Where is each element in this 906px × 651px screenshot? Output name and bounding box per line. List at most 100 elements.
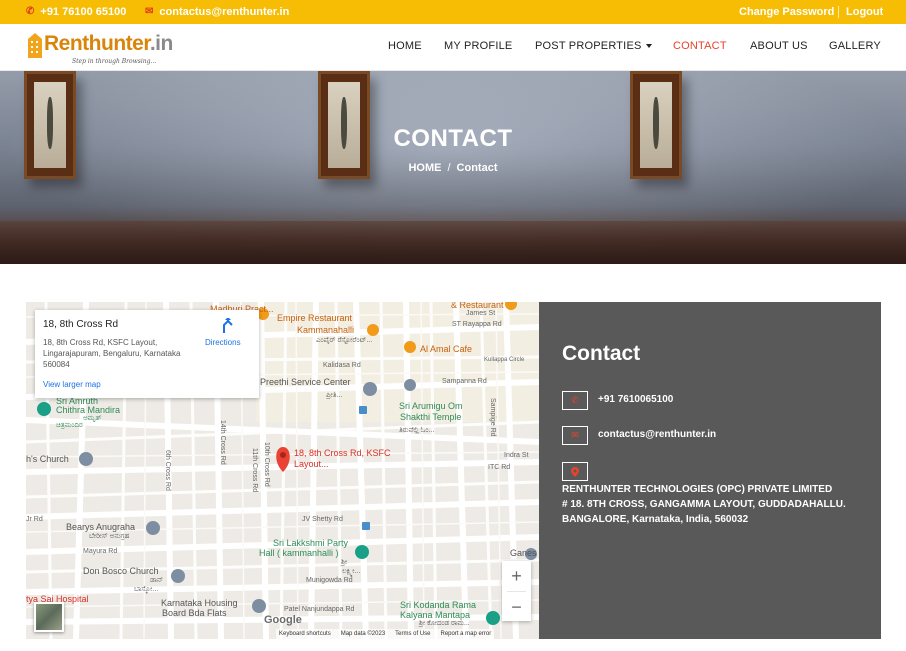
nav-gallery[interactable]: GALLERY: [829, 40, 881, 52]
map-zoom-control: + −: [502, 561, 531, 621]
address-line: # 18. 8TH CROSS, GANGAMMA LAYOUT, GUDDAD…: [562, 499, 846, 510]
map-card-title: 18, 8th Cross Rd: [43, 319, 119, 330]
nav-about-us[interactable]: ABOUT US: [750, 40, 808, 52]
map-label: ST Rayappa Rd: [452, 321, 502, 328]
address-line: RENTHUNTER TECHNOLOGIES (OPC) PRIVATE LI…: [562, 484, 833, 495]
map-label: ಬಾಸ್ಕೋ...: [134, 586, 159, 593]
keyboard-shortcuts-link[interactable]: Keyboard shortcuts: [279, 629, 331, 639]
map-label: ಲಕ್ಷ್ಮೀ...: [342, 568, 361, 575]
breadcrumb-home[interactable]: HOME: [408, 162, 441, 174]
map-label: ಶ್ರೀ: [341, 559, 348, 566]
caret-down-icon: [645, 44, 652, 49]
map-label: Kullappa Circle: [484, 357, 525, 363]
report-error-link[interactable]: Report a map error: [441, 629, 492, 639]
map-attribution: Keyboard shortcuts Map data ©2023 Terms …: [276, 629, 495, 639]
address-line: BANGALORE, Karnataka, India, 560032: [562, 514, 749, 525]
map-label: Al Amal Cafe: [420, 344, 473, 354]
view-larger-map-link[interactable]: View larger map: [43, 380, 101, 389]
map-label: JV Shetty Rd: [302, 516, 343, 523]
map-label: Shakthi Temple: [400, 412, 462, 422]
map-label: Kalidasa Rd: [323, 362, 361, 369]
topbar-divider: [838, 6, 839, 18]
nav-contact[interactable]: CONTACT: [673, 40, 727, 52]
map-label: ಪ್ರೀತಿ...: [326, 392, 343, 399]
contact-heading: Contact: [562, 342, 641, 365]
map-label: Chithra Mandira: [56, 405, 121, 415]
building-logo-icon: [28, 33, 42, 58]
map-label: Jr Rd: [26, 516, 43, 523]
map-label: Don Bosco Church: [83, 566, 159, 576]
map-pin-label[interactable]: 18, 8th Cross Rd, KSFC Layout...: [294, 448, 414, 470]
map-label: h's Church: [26, 454, 69, 464]
map-label: Indra St: [504, 452, 529, 459]
mail-icon: ✉: [145, 6, 154, 17]
map-label: Sri Arumigu Om: [399, 401, 463, 411]
map-label: ಚಿತ್ರಮಂದಿರ: [56, 422, 83, 429]
map-label: Kalyana Mantapa: [400, 610, 471, 620]
directions-icon[interactable]: [221, 318, 235, 334]
map-label: & Restaurant: [451, 302, 504, 310]
nav-home[interactable]: HOME: [388, 40, 422, 52]
change-password-link[interactable]: Change Password: [739, 0, 834, 24]
map-pin-icon: [562, 462, 588, 481]
map-label: ತಿರುವೆಲ್ಲಿ ಓಂ...: [399, 427, 435, 434]
breadcrumb: HOME / Contact: [408, 162, 498, 174]
map-label: Sri Kodanda Rama: [400, 600, 477, 610]
contact-email[interactable]: contactus@renthunter.in: [598, 429, 716, 440]
map-label: Karnataka Housing: [161, 598, 238, 608]
google-map[interactable]: Madhuri Pract... & Restaurant Empire Res…: [26, 302, 539, 639]
nav-my-profile[interactable]: MY PROFILE: [444, 40, 512, 52]
logout-link[interactable]: Logout: [846, 0, 883, 24]
navbar: Renthunter.in Step in through Browsing..…: [0, 24, 906, 71]
contact-address: RENTHUNTER TECHNOLOGIES (OPC) PRIVATE LI…: [562, 482, 867, 527]
top-bar: ✆ +91 76100 65100 ✉ contactus@renthunter…: [0, 0, 906, 24]
topbar-phone-text: +91 76100 65100: [40, 6, 127, 18]
logo-wordmark: Renthunter.in: [44, 32, 173, 55]
map-label: Board Bda Flats: [162, 608, 227, 618]
map-label: Patel Nanjundappa Rd: [284, 606, 355, 613]
breadcrumb-current: Contact: [456, 162, 498, 174]
map-label: 6th Cross Rd: [164, 450, 171, 491]
google-logo: Google: [264, 614, 302, 626]
hero-banner: CONTACT HOME / Contact: [0, 71, 906, 264]
contact-phone[interactable]: +91 7610065100: [598, 394, 673, 405]
topbar-email-text: contactus@renthunter.in: [159, 6, 290, 18]
map-label: Ganes: [510, 548, 537, 558]
map-label: Kammanahalli: [297, 325, 355, 335]
map-card-address: 18, 8th Cross Rd, KSFC Layout, Lingaraja…: [43, 338, 181, 369]
map-label: Preethi Service Center: [260, 377, 351, 387]
map-label: Munigowda Rd: [306, 577, 353, 584]
phone-icon: ✆: [26, 6, 35, 17]
map-label: ITC Rd: [488, 464, 511, 471]
map-label: ಬೇರೀಸ್ ಅನುಗ್ರಹ: [89, 533, 130, 540]
site-logo[interactable]: Renthunter.in Step in through Browsing..…: [26, 28, 173, 68]
map-label: ಶ್ರೀ ಕೋದಂಡ ರಾಮ...: [419, 620, 470, 627]
map-label: Empire Restaurant: [277, 313, 353, 323]
nav-post-properties-label: POST PROPERTIES: [535, 40, 642, 52]
map-label: Mayura Rd: [83, 548, 118, 555]
map-label: 14th Cross Rd: [219, 420, 226, 465]
map-label: ಎಂಪೈರ್ ರೆಸ್ಟೋರೆಂಟ್...: [316, 337, 373, 344]
page-title: CONTACT: [393, 125, 513, 152]
zoom-in-icon[interactable]: +: [502, 561, 531, 591]
map-label: Sampanna Rd: [442, 378, 487, 385]
map-label: James St: [466, 310, 496, 317]
mail-icon: ✉: [562, 426, 588, 445]
map-label: ಡಾನ್: [150, 577, 164, 584]
map-label: 11th Cross Rd: [251, 448, 258, 493]
phone-icon: ✆: [562, 391, 588, 410]
terms-link[interactable]: Terms of Use: [395, 629, 430, 639]
nav-post-properties[interactable]: POST PROPERTIES: [535, 40, 652, 52]
map-label: 10th Cross Rd: [263, 442, 270, 487]
logo-tagline: Step in through Browsing...: [72, 58, 157, 65]
map-label: Hall ( kammanhalli ): [259, 548, 339, 558]
map-label: ಅಮೃತ್: [83, 415, 102, 422]
map-data-text: Map data ©2023: [340, 631, 386, 637]
zoom-out-icon[interactable]: −: [502, 592, 531, 622]
directions-link[interactable]: Directions: [205, 338, 241, 347]
topbar-phone[interactable]: ✆ +91 76100 65100: [26, 0, 126, 24]
map-label: Sampige Rd: [489, 398, 496, 437]
satellite-toggle[interactable]: [34, 602, 64, 632]
topbar-email[interactable]: ✉ contactus@renthunter.in: [145, 0, 289, 24]
contact-panel: Contact ✆ +91 7610065100 ✉ contactus@ren…: [539, 302, 881, 639]
